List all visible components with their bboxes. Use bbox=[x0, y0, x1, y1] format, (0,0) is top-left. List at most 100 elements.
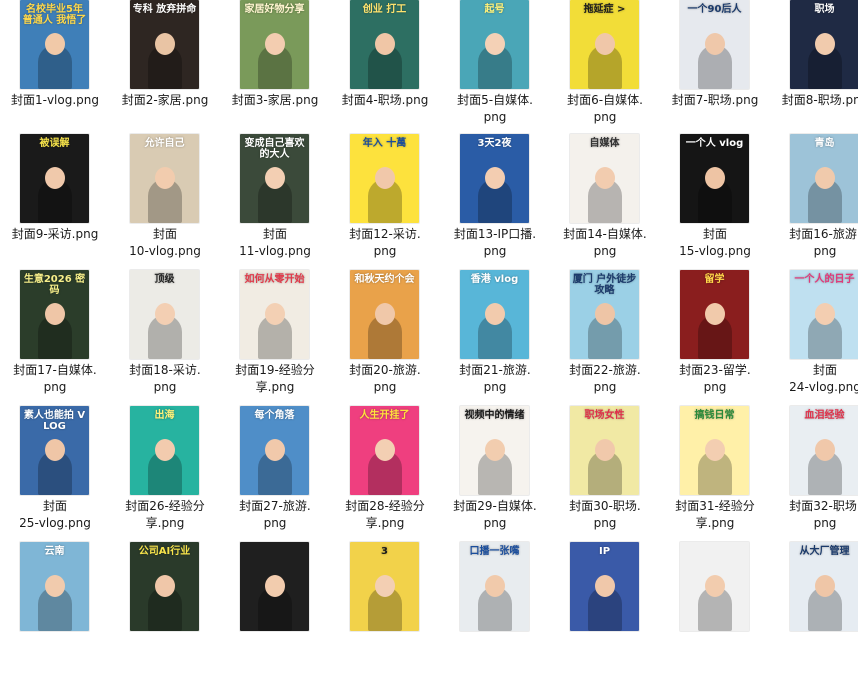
file-name-label: 封面16-旅游. png bbox=[789, 227, 858, 258]
thumbnail-title-text: 如何从零开始 bbox=[244, 274, 305, 285]
file-item[interactable]: IP bbox=[550, 542, 660, 678]
file-name-label: 封面7-职场.png bbox=[671, 93, 759, 107]
file-name-label: 封面19-经验分 享.png bbox=[235, 363, 315, 394]
thumbnail-person-head bbox=[155, 167, 175, 189]
image-thumbnail: 起号 bbox=[460, 0, 529, 89]
thumbnail-person-head bbox=[265, 439, 285, 461]
image-thumbnail: 出海 bbox=[130, 406, 199, 495]
file-item[interactable]: 生意2026 密码 封面17-自媒体. png bbox=[0, 270, 110, 406]
file-name-label: 封面29-自媒体. png bbox=[453, 499, 537, 530]
file-name-label: 封面32-职场. png bbox=[789, 499, 858, 530]
file-item[interactable]: 顶级 封面18-采访. png bbox=[110, 270, 220, 406]
file-item[interactable]: 3天2夜 封面13-IP口播. png bbox=[440, 134, 550, 270]
thumbnail-title-text: 家居好物分享 bbox=[244, 4, 305, 15]
image-thumbnail: 拖延症 > bbox=[570, 0, 639, 89]
file-item[interactable]: 被误解封面9-采访.png bbox=[0, 134, 110, 270]
file-item[interactable]: 厦门 户外徒步攻略 封面22-旅游. png bbox=[550, 270, 660, 406]
file-name-label: 封面20-旅游. png bbox=[349, 363, 421, 394]
thumbnail-title-text: 青岛 bbox=[814, 138, 835, 149]
file-item[interactable]: 如何从零开始封面19-经验分 享.png bbox=[220, 270, 330, 406]
thumbnail-title-text: 口播一张嘴 bbox=[469, 546, 520, 557]
image-thumbnail: 名校毕业5年 普通人 我悟了 bbox=[20, 0, 89, 89]
thumbnail-person-head bbox=[595, 439, 615, 461]
file-item[interactable]: 名校毕业5年 普通人 我悟了 封面1-vlog.png bbox=[0, 0, 110, 136]
image-thumbnail: 生意2026 密码 bbox=[20, 270, 89, 359]
image-thumbnail: 血泪经验 bbox=[790, 406, 858, 495]
file-name-label: 封面31-经验分 享.png bbox=[675, 499, 755, 530]
file-item[interactable]: 每个角落 封面27-旅游. png bbox=[220, 406, 330, 542]
thumbnail-person-head bbox=[815, 303, 835, 325]
file-item[interactable]: 职场封面8-职场.png bbox=[770, 0, 858, 136]
thumbnail-title-text: 视频中的情绪 bbox=[464, 410, 525, 421]
thumbnail-person-head bbox=[45, 439, 65, 461]
file-name-label: 封面26-经验分 享.png bbox=[125, 499, 205, 530]
image-thumbnail: 每个角落 bbox=[240, 406, 309, 495]
file-item[interactable]: 变成自己喜欢的大人 封面 11-vlog.png bbox=[220, 134, 330, 270]
thumbnail-person-head bbox=[815, 167, 835, 189]
file-item[interactable] bbox=[220, 542, 330, 678]
thumbnail-person-head bbox=[155, 303, 175, 325]
thumbnail-person-head bbox=[485, 167, 505, 189]
thumbnail-person-head bbox=[485, 575, 505, 597]
file-name-label: 封面6-自媒体. png bbox=[567, 93, 643, 124]
file-item[interactable]: 云南 bbox=[0, 542, 110, 678]
thumbnail-person-head bbox=[375, 575, 395, 597]
file-item[interactable]: 起号 封面5-自媒体. png bbox=[440, 0, 550, 136]
file-item[interactable]: 人生开挂了 封面28-经验分 享.png bbox=[330, 406, 440, 542]
file-item[interactable]: 一个90后人封面7-职场.png bbox=[660, 0, 770, 136]
file-name-label: 封面 25-vlog.png bbox=[19, 499, 91, 530]
thumbnail-person-head bbox=[705, 439, 725, 461]
thumbnail-title-text: 一个90后人 bbox=[687, 4, 742, 15]
file-item[interactable]: 允许自己 封面 10-vlog.png bbox=[110, 134, 220, 270]
file-item[interactable]: 职场女性 封面30-职场. png bbox=[550, 406, 660, 542]
thumbnail-person-head bbox=[45, 575, 65, 597]
file-item[interactable]: 视频中的情绪封面29-自媒体. png bbox=[440, 406, 550, 542]
file-name-label: 封面3-家居.png bbox=[231, 93, 319, 107]
image-thumbnail: 素人也能拍 VLOG bbox=[20, 406, 89, 495]
file-name-label: 封面8-职场.png bbox=[781, 93, 858, 107]
image-thumbnail: 创业 打工 bbox=[350, 0, 419, 89]
file-item[interactable]: 搞钱日常 封面31-经验分 享.png bbox=[660, 406, 770, 542]
file-item[interactable]: 口播一张嘴 bbox=[440, 542, 550, 678]
file-item[interactable]: 3 bbox=[330, 542, 440, 678]
file-item[interactable]: 血泪经验封面32-职场. png bbox=[770, 406, 858, 542]
thumbnail-title-text: 创业 打工 bbox=[362, 4, 407, 15]
file-item[interactable]: 和秋天约个会 封面20-旅游. png bbox=[330, 270, 440, 406]
file-item[interactable]: 公司AI行业 bbox=[110, 542, 220, 678]
file-name-label: 封面9-采访.png bbox=[11, 227, 99, 241]
file-item[interactable]: 一个人的日子 封面 24-vlog.png bbox=[770, 270, 858, 406]
file-item[interactable]: 素人也能拍 VLOG 封面 25-vlog.png bbox=[0, 406, 110, 542]
image-thumbnail: 职场女性 bbox=[570, 406, 639, 495]
file-item[interactable]: 留学 封面23-留学. png bbox=[660, 270, 770, 406]
file-item[interactable]: 创业 打工封面4-职场.png bbox=[330, 0, 440, 136]
file-item[interactable]: 香港 vlog 封面21-旅游. png bbox=[440, 270, 550, 406]
file-item[interactable] bbox=[660, 542, 770, 678]
thumbnail-title-text: 留学 bbox=[704, 274, 725, 285]
file-item[interactable]: 家居好物分享封面3-家居.png bbox=[220, 0, 330, 136]
file-item[interactable]: 青岛封面16-旅游. png bbox=[770, 134, 858, 270]
thumbnail-title-text: 人生开挂了 bbox=[359, 410, 410, 421]
file-name-label: 封面4-职场.png bbox=[341, 93, 429, 107]
file-item[interactable]: 出海封面26-经验分 享.png bbox=[110, 406, 220, 542]
file-item[interactable]: 年入 十萬 封面12-采访. png bbox=[330, 134, 440, 270]
thumbnail-person-head bbox=[485, 439, 505, 461]
image-thumbnail: 香港 vlog bbox=[460, 270, 529, 359]
thumbnail-person-head bbox=[375, 439, 395, 461]
file-item[interactable]: 拖延症 > 封面6-自媒体. png bbox=[550, 0, 660, 136]
thumbnail-title-text: 起号 bbox=[484, 4, 505, 15]
file-item[interactable]: 自媒体 封面14-自媒体. png bbox=[550, 134, 660, 270]
thumbnail-title-text: 变成自己喜欢的大人 bbox=[244, 138, 305, 160]
thumbnail-title-text: 云南 bbox=[44, 546, 65, 557]
image-thumbnail: 云南 bbox=[20, 542, 89, 631]
file-item[interactable]: 从大厂管理 bbox=[770, 542, 858, 678]
file-name-label: 封面14-自媒体. png bbox=[563, 227, 647, 258]
image-thumbnail: 如何从零开始 bbox=[240, 270, 309, 359]
thumbnail-person-head bbox=[705, 167, 725, 189]
thumbnail-title-text: 被误解 bbox=[39, 138, 70, 149]
file-item[interactable]: 一个人 vlog 封面 15-vlog.png bbox=[660, 134, 770, 270]
thumbnail-title-text: 出海 bbox=[154, 410, 175, 421]
file-item[interactable]: 专科 放弃拼命 封面2-家居.png bbox=[110, 0, 220, 136]
thumbnail-title-text: 名校毕业5年 普通人 我悟了 bbox=[22, 4, 87, 26]
thumbnail-title-text: 一个人的日子 bbox=[794, 274, 855, 285]
thumbnail-person-head bbox=[485, 33, 505, 55]
